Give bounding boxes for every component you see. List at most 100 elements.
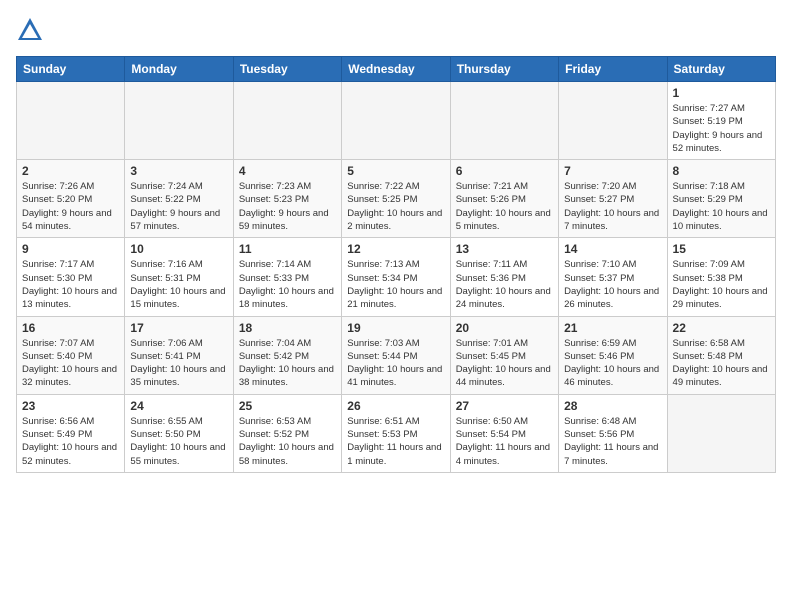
day-info: Sunrise: 7:01 AM Sunset: 5:45 PM Dayligh… bbox=[456, 337, 553, 390]
calendar-cell bbox=[450, 82, 558, 160]
logo bbox=[16, 16, 48, 44]
day-info: Sunrise: 7:16 AM Sunset: 5:31 PM Dayligh… bbox=[130, 258, 227, 311]
day-number: 6 bbox=[456, 164, 553, 178]
calendar-cell: 3 Sunrise: 7:24 AM Sunset: 5:22 PM Daylig… bbox=[125, 160, 233, 238]
day-number: 5 bbox=[347, 164, 444, 178]
calendar-cell bbox=[559, 82, 667, 160]
day-info: Sunrise: 7:03 AM Sunset: 5:44 PM Dayligh… bbox=[347, 337, 444, 390]
calendar-cell: 9 Sunrise: 7:17 AM Sunset: 5:30 PM Daylig… bbox=[17, 238, 125, 316]
weekday-header-sunday: Sunday bbox=[17, 57, 125, 82]
calendar-cell: 2 Sunrise: 7:26 AM Sunset: 5:20 PM Daylig… bbox=[17, 160, 125, 238]
calendar-cell: 18 Sunrise: 7:04 AM Sunset: 5:42 PM Dayli… bbox=[233, 316, 341, 394]
day-number: 14 bbox=[564, 242, 661, 256]
calendar-cell: 26 Sunrise: 6:51 AM Sunset: 5:53 PM Dayli… bbox=[342, 394, 450, 472]
day-info: Sunrise: 7:18 AM Sunset: 5:29 PM Dayligh… bbox=[673, 180, 770, 233]
page-header bbox=[16, 16, 776, 44]
calendar-week-2: 2 Sunrise: 7:26 AM Sunset: 5:20 PM Daylig… bbox=[17, 160, 776, 238]
day-number: 24 bbox=[130, 399, 227, 413]
day-info: Sunrise: 6:51 AM Sunset: 5:53 PM Dayligh… bbox=[347, 415, 444, 468]
calendar-cell: 1 Sunrise: 7:27 AM Sunset: 5:19 PM Daylig… bbox=[667, 82, 775, 160]
day-number: 20 bbox=[456, 321, 553, 335]
day-info: Sunrise: 7:22 AM Sunset: 5:25 PM Dayligh… bbox=[347, 180, 444, 233]
day-info: Sunrise: 6:50 AM Sunset: 5:54 PM Dayligh… bbox=[456, 415, 553, 468]
calendar-cell: 5 Sunrise: 7:22 AM Sunset: 5:25 PM Daylig… bbox=[342, 160, 450, 238]
calendar-cell: 7Sunrise: 7:20 AM Sunset: 5:27 PM Daylig… bbox=[559, 160, 667, 238]
day-number: 8 bbox=[673, 164, 770, 178]
calendar-cell bbox=[125, 82, 233, 160]
day-number: 22 bbox=[673, 321, 770, 335]
calendar-cell: 23 Sunrise: 6:56 AM Sunset: 5:49 PM Dayli… bbox=[17, 394, 125, 472]
day-info: Sunrise: 7:24 AM Sunset: 5:22 PM Dayligh… bbox=[130, 180, 227, 233]
day-info: Sunrise: 6:55 AM Sunset: 5:50 PM Dayligh… bbox=[130, 415, 227, 468]
calendar-cell: 14 Sunrise: 7:10 AM Sunset: 5:37 PM Dayli… bbox=[559, 238, 667, 316]
calendar-cell: 6 Sunrise: 7:21 AM Sunset: 5:26 PM Daylig… bbox=[450, 160, 558, 238]
calendar-cell bbox=[342, 82, 450, 160]
calendar-cell: 4 Sunrise: 7:23 AM Sunset: 5:23 PM Daylig… bbox=[233, 160, 341, 238]
day-number: 15 bbox=[673, 242, 770, 256]
calendar-week-1: 1 Sunrise: 7:27 AM Sunset: 5:19 PM Daylig… bbox=[17, 82, 776, 160]
calendar-cell: 22 Sunrise: 6:58 AM Sunset: 5:48 PM Dayli… bbox=[667, 316, 775, 394]
weekday-header-friday: Friday bbox=[559, 57, 667, 82]
calendar-cell: 8 Sunrise: 7:18 AM Sunset: 5:29 PM Daylig… bbox=[667, 160, 775, 238]
weekday-header-saturday: Saturday bbox=[667, 57, 775, 82]
day-number: 27 bbox=[456, 399, 553, 413]
day-number: 13 bbox=[456, 242, 553, 256]
day-info: Sunrise: 7:14 AM Sunset: 5:33 PM Dayligh… bbox=[239, 258, 336, 311]
day-number: 19 bbox=[347, 321, 444, 335]
day-number: 9 bbox=[22, 242, 119, 256]
calendar-cell: 27 Sunrise: 6:50 AM Sunset: 5:54 PM Dayli… bbox=[450, 394, 558, 472]
day-info: Sunrise: 7:10 AM Sunset: 5:37 PM Dayligh… bbox=[564, 258, 661, 311]
calendar-cell bbox=[667, 394, 775, 472]
calendar-cell: 11 Sunrise: 7:14 AM Sunset: 5:33 PM Dayli… bbox=[233, 238, 341, 316]
calendar-cell: 20 Sunrise: 7:01 AM Sunset: 5:45 PM Dayli… bbox=[450, 316, 558, 394]
day-info: Sunrise: 7:11 AM Sunset: 5:36 PM Dayligh… bbox=[456, 258, 553, 311]
day-info: Sunrise: 7:17 AM Sunset: 5:30 PM Dayligh… bbox=[22, 258, 119, 311]
day-number: 12 bbox=[347, 242, 444, 256]
day-number: 1 bbox=[673, 86, 770, 100]
calendar-cell bbox=[17, 82, 125, 160]
calendar-cell: 17 Sunrise: 7:06 AM Sunset: 5:41 PM Dayli… bbox=[125, 316, 233, 394]
day-number: 11 bbox=[239, 242, 336, 256]
calendar-week-5: 23 Sunrise: 6:56 AM Sunset: 5:49 PM Dayli… bbox=[17, 394, 776, 472]
day-info: Sunrise: 7:06 AM Sunset: 5:41 PM Dayligh… bbox=[130, 337, 227, 390]
weekday-header-thursday: Thursday bbox=[450, 57, 558, 82]
calendar-cell: 25Sunrise: 6:53 AM Sunset: 5:52 PM Dayli… bbox=[233, 394, 341, 472]
day-number: 18 bbox=[239, 321, 336, 335]
calendar-cell: 12 Sunrise: 7:13 AM Sunset: 5:34 PM Dayli… bbox=[342, 238, 450, 316]
day-number: 23 bbox=[22, 399, 119, 413]
calendar-cell: 13 Sunrise: 7:11 AM Sunset: 5:36 PM Dayli… bbox=[450, 238, 558, 316]
day-info: Sunrise: 6:59 AM Sunset: 5:46 PM Dayligh… bbox=[564, 337, 661, 390]
calendar-cell: 10 Sunrise: 7:16 AM Sunset: 5:31 PM Dayli… bbox=[125, 238, 233, 316]
day-info: Sunrise: 6:56 AM Sunset: 5:49 PM Dayligh… bbox=[22, 415, 119, 468]
calendar-cell: 19 Sunrise: 7:03 AM Sunset: 5:44 PM Dayli… bbox=[342, 316, 450, 394]
day-info: Sunrise: 7:09 AM Sunset: 5:38 PM Dayligh… bbox=[673, 258, 770, 311]
day-info: Sunrise: 7:23 AM Sunset: 5:23 PM Dayligh… bbox=[239, 180, 336, 233]
day-info: Sunrise: 7:26 AM Sunset: 5:20 PM Dayligh… bbox=[22, 180, 119, 233]
calendar-week-4: 16Sunrise: 7:07 AM Sunset: 5:40 PM Dayli… bbox=[17, 316, 776, 394]
weekday-header-tuesday: Tuesday bbox=[233, 57, 341, 82]
day-number: 17 bbox=[130, 321, 227, 335]
day-number: 26 bbox=[347, 399, 444, 413]
calendar-header-row: SundayMondayTuesdayWednesdayThursdayFrid… bbox=[17, 57, 776, 82]
calendar-cell: 16Sunrise: 7:07 AM Sunset: 5:40 PM Dayli… bbox=[17, 316, 125, 394]
day-info: Sunrise: 6:48 AM Sunset: 5:56 PM Dayligh… bbox=[564, 415, 661, 468]
day-number: 2 bbox=[22, 164, 119, 178]
calendar-cell: 15 Sunrise: 7:09 AM Sunset: 5:38 PM Dayli… bbox=[667, 238, 775, 316]
day-number: 3 bbox=[130, 164, 227, 178]
day-number: 25 bbox=[239, 399, 336, 413]
day-info: Sunrise: 7:07 AM Sunset: 5:40 PM Dayligh… bbox=[22, 337, 119, 390]
day-info: Sunrise: 6:58 AM Sunset: 5:48 PM Dayligh… bbox=[673, 337, 770, 390]
calendar-cell: 24 Sunrise: 6:55 AM Sunset: 5:50 PM Dayli… bbox=[125, 394, 233, 472]
day-info: Sunrise: 7:04 AM Sunset: 5:42 PM Dayligh… bbox=[239, 337, 336, 390]
calendar-cell: 21 Sunrise: 6:59 AM Sunset: 5:46 PM Dayli… bbox=[559, 316, 667, 394]
day-number: 21 bbox=[564, 321, 661, 335]
calendar-week-3: 9 Sunrise: 7:17 AM Sunset: 5:30 PM Daylig… bbox=[17, 238, 776, 316]
calendar-cell bbox=[233, 82, 341, 160]
day-info: Sunrise: 7:21 AM Sunset: 5:26 PM Dayligh… bbox=[456, 180, 553, 233]
weekday-header-wednesday: Wednesday bbox=[342, 57, 450, 82]
day-info: Sunrise: 7:13 AM Sunset: 5:34 PM Dayligh… bbox=[347, 258, 444, 311]
logo-icon bbox=[16, 16, 44, 44]
day-info: Sunrise: 7:27 AM Sunset: 5:19 PM Dayligh… bbox=[673, 102, 770, 155]
day-number: 10 bbox=[130, 242, 227, 256]
day-number: 4 bbox=[239, 164, 336, 178]
